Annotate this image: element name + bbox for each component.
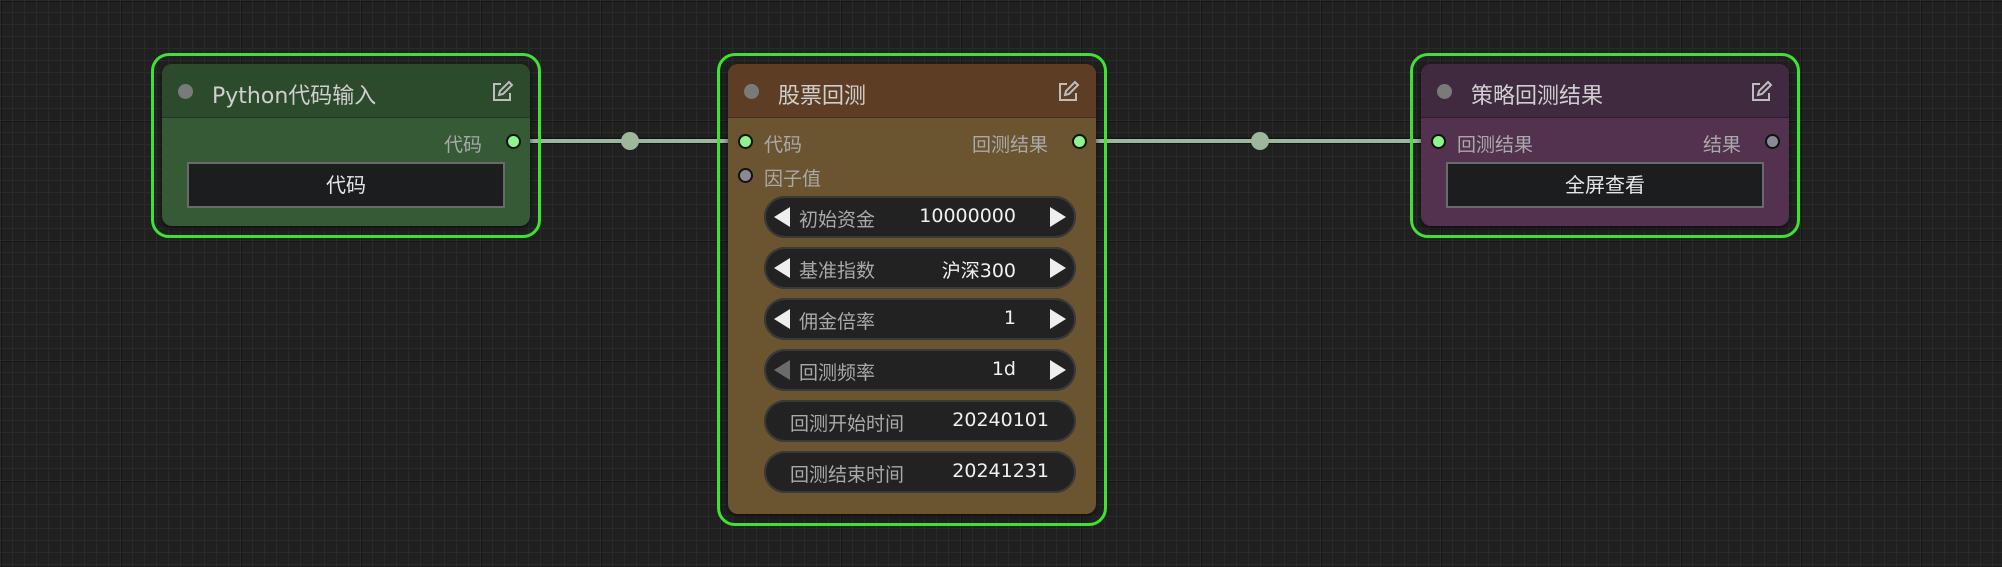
- node-header[interactable]: 策略回测结果: [1421, 64, 1789, 118]
- node-strategy-result[interactable]: 策略回测结果 回测结果 结果 全屏查看: [1421, 64, 1789, 226]
- link-backtest-result[interactable]: [1080, 132, 1440, 150]
- node-graph-canvas[interactable]: Python代码输入 代码 代码 股票回测 代码 因子值 回测结果 初始资金 1…: [0, 0, 2002, 567]
- edit-icon[interactable]: [490, 80, 514, 104]
- link-code[interactable]: [514, 132, 748, 150]
- node-title: 策略回测结果: [1471, 84, 1604, 109]
- circle-dot-icon[interactable]: [178, 84, 193, 99]
- output-slot-label: 结果: [1702, 134, 1741, 156]
- node-title: Python代码输入: [212, 84, 377, 109]
- widget-value: 10000000: [919, 205, 1016, 227]
- input-slot-label: 因子值: [764, 168, 822, 190]
- widget-label: 基准指数: [799, 260, 876, 282]
- decrement-arrow-icon[interactable]: [774, 207, 790, 227]
- edit-icon[interactable]: [1749, 80, 1773, 104]
- output-slot-label: 回测结果: [971, 134, 1048, 156]
- widget-benchmark-index[interactable]: 基准指数 沪深300: [764, 247, 1076, 289]
- node-stock-backtest[interactable]: 股票回测 代码 因子值 回测结果 初始资金 10000000 基准指数 沪深30…: [728, 64, 1096, 514]
- widget-value: 1: [1003, 307, 1016, 329]
- widget-value: 1d: [991, 358, 1016, 380]
- input-slot-label: 代码: [764, 134, 803, 156]
- widget-label: 初始资金: [799, 209, 876, 231]
- widget-value: 沪深300: [941, 260, 1016, 282]
- code-editor-button[interactable]: 代码: [187, 162, 505, 208]
- output-slot-backtest-result[interactable]: [1072, 134, 1087, 149]
- widget-initial-capital[interactable]: 初始资金 10000000: [764, 196, 1076, 238]
- widget-start-date[interactable]: 回测开始时间 20240101: [764, 400, 1076, 442]
- circle-dot-icon[interactable]: [1437, 84, 1452, 99]
- link-midpoint-handle[interactable]: [621, 132, 639, 150]
- output-slot-label: 代码: [443, 134, 482, 156]
- widget-commission-multiplier[interactable]: 佣金倍率 1: [764, 298, 1076, 340]
- node-title: 股票回测: [778, 84, 867, 109]
- input-slot-label: 回测结果: [1457, 134, 1534, 156]
- widget-label: 佣金倍率: [799, 311, 876, 333]
- widget-value: 20241231: [952, 460, 1049, 482]
- node-header[interactable]: Python代码输入: [162, 64, 530, 118]
- widget-backtest-frequency[interactable]: 回测频率 1d: [764, 349, 1076, 391]
- node-header[interactable]: 股票回测: [728, 64, 1096, 118]
- edit-icon[interactable]: [1056, 80, 1080, 104]
- widget-label: 回测结束时间: [790, 464, 905, 486]
- widget-value: 20240101: [952, 409, 1049, 431]
- decrement-arrow-icon[interactable]: [774, 309, 790, 329]
- widget-end-date[interactable]: 回测结束时间 20241231: [764, 451, 1076, 493]
- increment-arrow-icon[interactable]: [1050, 309, 1066, 329]
- next-arrow-icon[interactable]: [1050, 258, 1066, 278]
- link-midpoint-handle[interactable]: [1251, 132, 1269, 150]
- previous-arrow-icon[interactable]: [774, 258, 790, 278]
- circle-dot-icon[interactable]: [744, 84, 759, 99]
- node-python-input[interactable]: Python代码输入 代码 代码: [162, 64, 530, 226]
- widget-label: 回测频率: [799, 362, 876, 384]
- input-slot-backtest-result[interactable]: [1431, 134, 1446, 149]
- previous-arrow-icon[interactable]: [774, 360, 790, 380]
- next-arrow-icon[interactable]: [1050, 360, 1066, 380]
- increment-arrow-icon[interactable]: [1050, 207, 1066, 227]
- input-slot-code[interactable]: [738, 134, 753, 149]
- input-slot-factor[interactable]: [738, 168, 753, 183]
- output-slot-code[interactable]: [506, 134, 521, 149]
- output-slot-result[interactable]: [1765, 134, 1780, 149]
- fullscreen-view-button[interactable]: 全屏查看: [1446, 162, 1764, 208]
- widget-label: 回测开始时间: [790, 413, 905, 435]
